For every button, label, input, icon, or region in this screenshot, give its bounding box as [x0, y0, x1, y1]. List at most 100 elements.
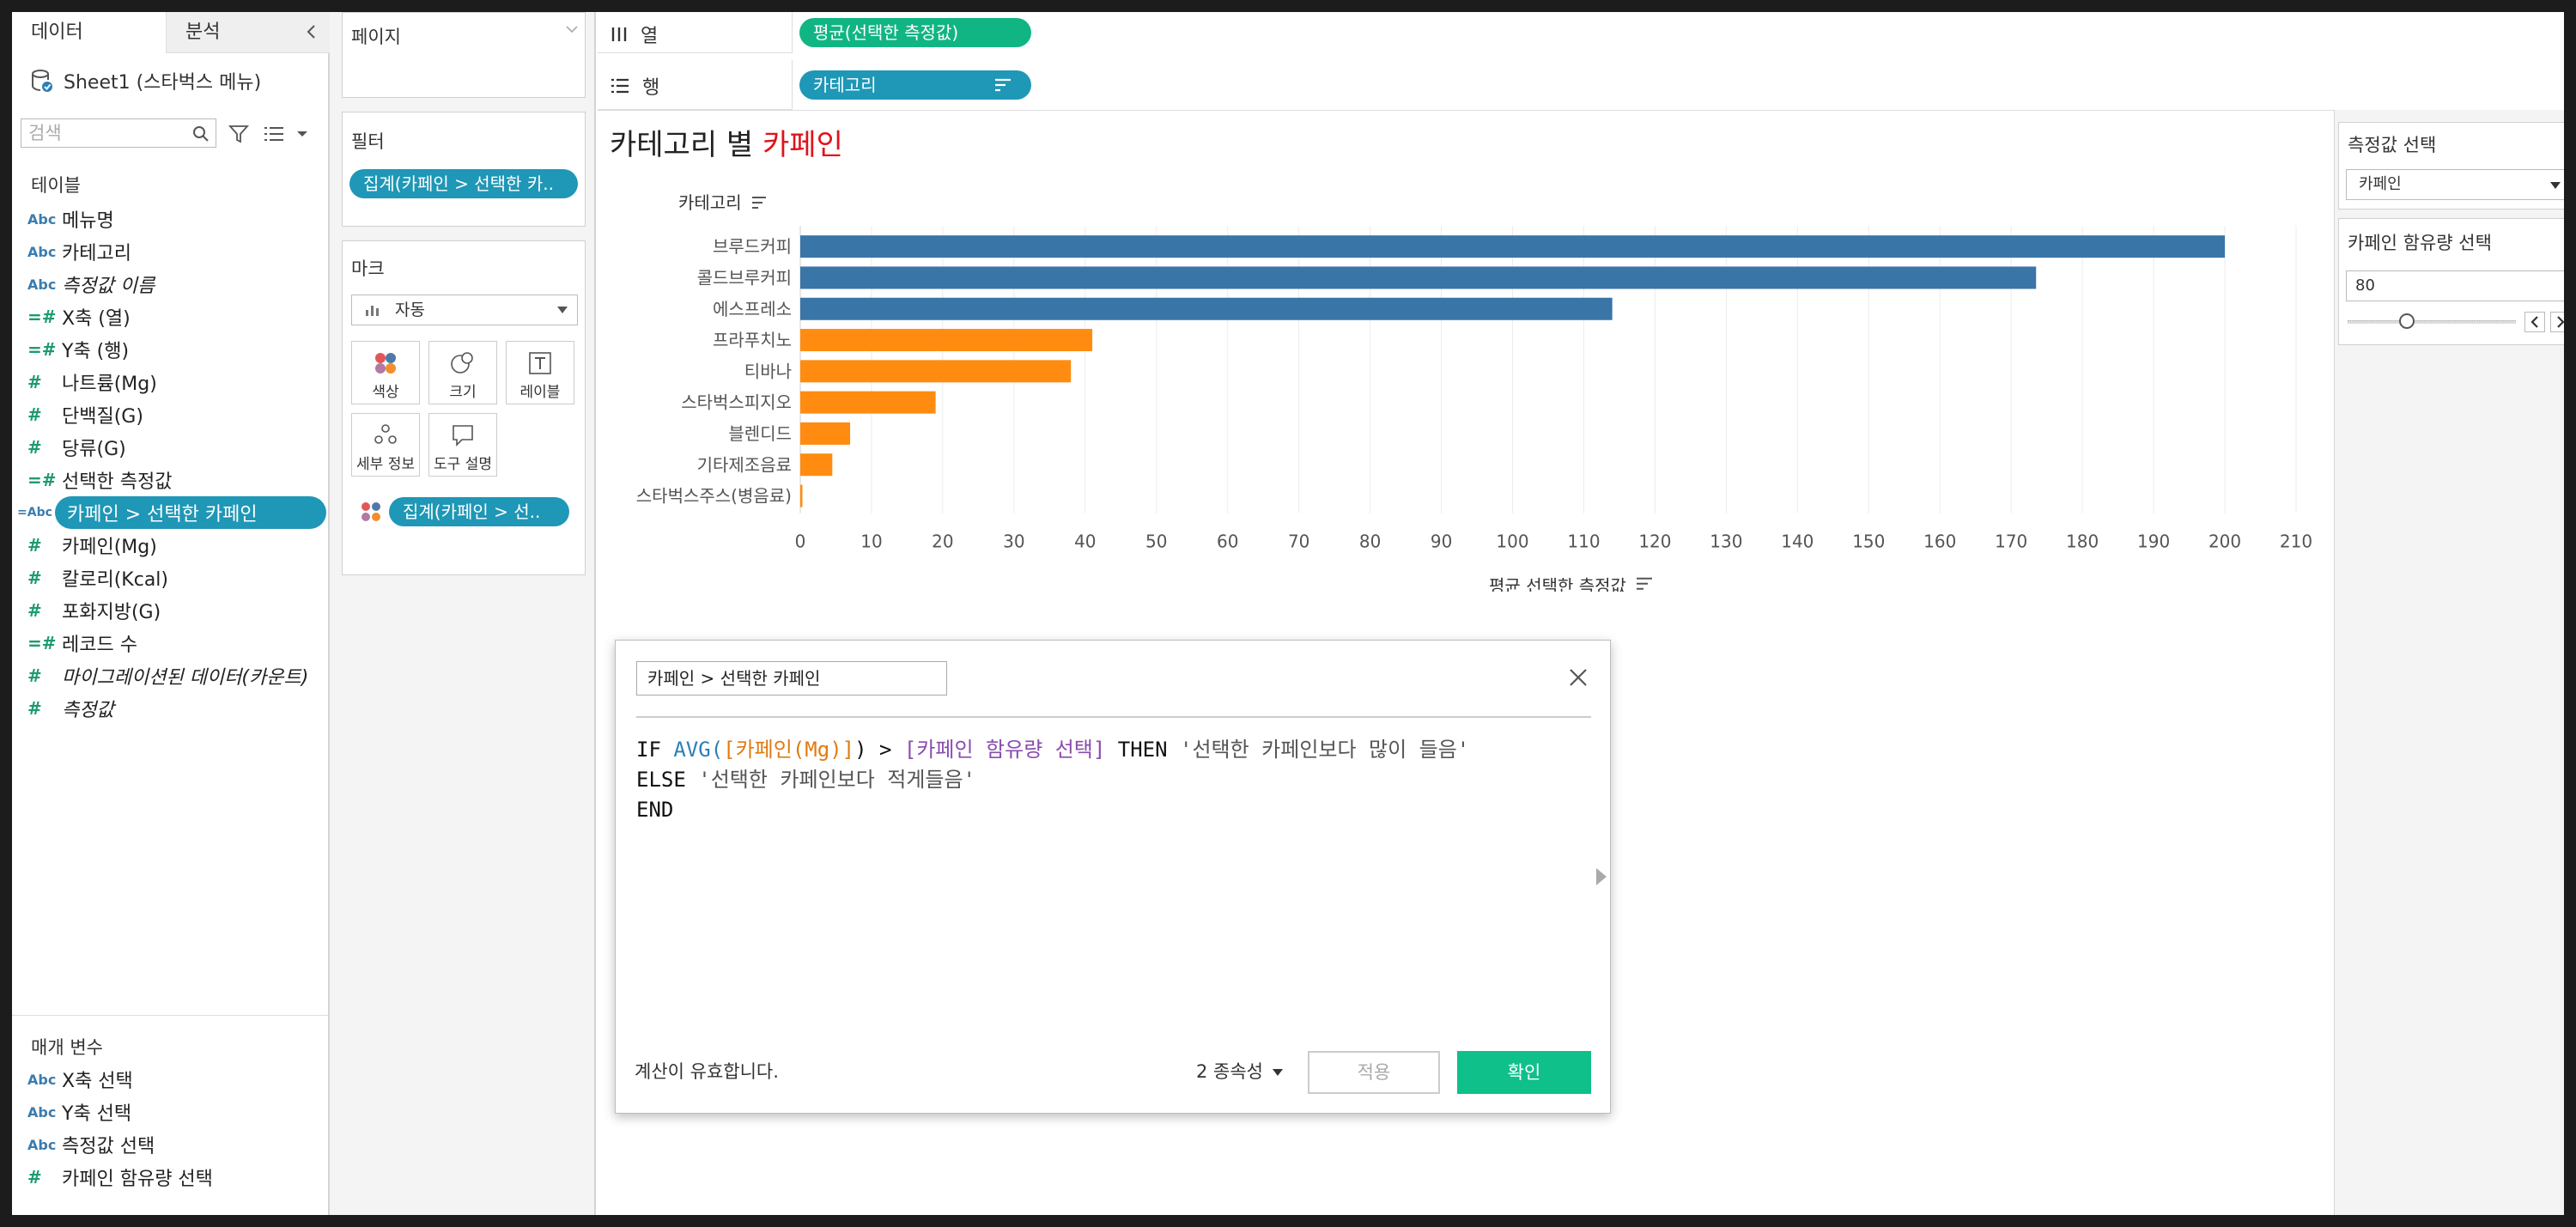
field-item[interactable]: Abc 메뉴명 [12, 203, 321, 235]
field-item[interactable]: # 포화지방(G) [12, 594, 321, 627]
columns-shelf: 열 평균(선택한 측정값) [598, 12, 2564, 53]
x-tick-label: 30 [1003, 531, 1024, 552]
search-input[interactable]: 검색 [21, 118, 216, 148]
tab-analysis[interactable]: 분석 [167, 12, 330, 53]
label-mark-button[interactable]: 레이블 [506, 341, 574, 404]
datasource-row[interactable]: Sheet1 (스타벅스 메뉴) [31, 67, 261, 94]
x-tick-label: 180 [2066, 531, 2099, 552]
x-tick-label: 0 [795, 531, 806, 552]
detail-mark-button[interactable]: 세부 정보 [351, 413, 420, 477]
field-name: X축 (열) [62, 308, 131, 330]
field-item[interactable]: =# 레코드 수 [12, 627, 321, 659]
field-item[interactable]: # 마이그레이션된 데이터(카운트) [12, 659, 321, 692]
field-item[interactable]: Abc X축 선택 [12, 1063, 321, 1096]
measure-param-select[interactable]: 카페인 [2346, 169, 2564, 200]
filter-pill[interactable]: 집계(카페인 > 선택한 카.. [349, 169, 578, 198]
view-options-icon[interactable] [263, 124, 311, 144]
field-item[interactable]: Abc 측정값 선택 [12, 1128, 321, 1161]
field-item[interactable]: Abc 측정값 이름 [12, 268, 321, 301]
category-label: 프라푸치노 [713, 330, 792, 350]
bar[interactable] [800, 453, 833, 477]
rows-drop-area[interactable]: 카테고리 [792, 60, 2564, 110]
bar-chart: 카테고리브루드커피콜드브루커피에스프레소프라푸치노티바나스타벅스피지오블렌디드기… [636, 192, 2312, 592]
collapse-pane-icon[interactable] [302, 22, 321, 41]
expand-arrow-icon[interactable] [1596, 868, 1607, 885]
sort-icon[interactable] [993, 78, 1012, 92]
tooltip-mark-button[interactable]: 도구 설명 [428, 413, 497, 477]
caffeine-slider-thumb[interactable] [2398, 313, 2415, 329]
pages-card[interactable]: 페이지 [342, 12, 586, 98]
formula-string-1: '선택한 카페인보다 많이 들음' [1180, 738, 1470, 762]
chevron-down-icon [2550, 182, 2561, 189]
field-item[interactable]: # 카페인 함유량 선택 [12, 1161, 321, 1194]
field-name: 측정값 이름 [62, 276, 155, 297]
x-tick-label: 90 [1431, 531, 1452, 552]
category-label: 브루드커피 [713, 236, 792, 257]
caffeine-increment-button[interactable] [2550, 312, 2564, 332]
field-item[interactable]: # 카페인(Mg) [12, 529, 321, 562]
color-mark-label: 색상 [372, 384, 399, 401]
field-item[interactable]: =# 선택한 측정값 [12, 464, 321, 496]
rows-pill-label: 카테고리 [813, 75, 877, 95]
caffeine-slider-track[interactable] [2348, 320, 2516, 324]
columns-pill[interactable]: 평균(선택한 측정값) [799, 18, 1031, 47]
filter-icon[interactable] [228, 124, 249, 144]
bar[interactable] [800, 391, 936, 414]
tab-data[interactable]: 데이터 [12, 12, 167, 53]
dependencies-dropdown[interactable]: 2 종속성 [1196, 1058, 1283, 1084]
field-item[interactable]: =Abc 카페인 > 선택한 카페인 [17, 496, 326, 529]
row-sort-icon[interactable] [752, 197, 766, 209]
rows-icon [611, 78, 629, 94]
rows-shelf-label: 행 [610, 72, 659, 100]
measure-param-title: 측정값 선택 [2348, 135, 2437, 155]
numeric-field-icon: # [27, 665, 42, 686]
rows-label-text: 행 [642, 77, 660, 99]
ok-button[interactable]: 확인 [1457, 1051, 1591, 1094]
field-item[interactable]: # 측정값 [12, 692, 321, 725]
chevron-down-icon[interactable] [566, 25, 578, 33]
kw-else: ELSE [636, 768, 699, 792]
x-sort-icon[interactable] [1637, 577, 1652, 590]
bar[interactable] [800, 266, 2037, 289]
calc-formula-editor[interactable]: IF AVG([카페인(Mg)]) > [카페인 함유량 선택] THEN '선… [636, 735, 1469, 825]
size-mark-button[interactable]: 크기 [428, 341, 497, 404]
field-item[interactable]: =# X축 (열) [12, 301, 321, 333]
rows-pill[interactable]: 카테고리 [799, 70, 1031, 100]
bar[interactable] [800, 297, 1613, 320]
calc-name-input[interactable]: 카페인 > 선택한 카페인 [636, 661, 947, 696]
apply-button[interactable]: 적용 [1308, 1051, 1440, 1094]
field-item[interactable]: # 당류(G) [12, 431, 321, 464]
caffeine-decrement-button[interactable] [2524, 312, 2545, 332]
caffeine-param-input[interactable]: 80 [2346, 270, 2564, 301]
field-name: 카페인(Mg) [62, 537, 157, 558]
x-tick-label: 50 [1145, 531, 1167, 552]
formula-line-2: ELSE '선택한 카페인보다 적게들음' [636, 765, 1469, 795]
formula-string-2: '선택한 카페인보다 적게들음' [698, 768, 976, 792]
formula-line-3: END [636, 795, 1469, 825]
x-tick-label: 100 [1496, 531, 1528, 552]
category-label: 에스프레소 [713, 299, 792, 319]
x-tick-label: 20 [932, 531, 953, 552]
field-item[interactable]: Abc 카테고리 [12, 235, 321, 268]
bar[interactable] [800, 329, 1093, 352]
bar[interactable] [800, 235, 2226, 258]
field-name: 측정값 [62, 700, 114, 721]
color-mark-button[interactable]: 색상 [351, 341, 420, 404]
field-item[interactable]: Abc Y축 선택 [12, 1096, 321, 1128]
color-encoding-pill[interactable]: 집계(카페인 > 선.. [389, 497, 569, 526]
field-item[interactable]: # 칼로리(Kcal) [12, 562, 321, 594]
field-item[interactable]: # 나트륨(Mg) [12, 366, 321, 398]
field-item[interactable]: =# Y축 (행) [12, 333, 321, 366]
field-name: 레코드 수 [62, 635, 137, 656]
bar[interactable] [800, 484, 803, 507]
bar[interactable] [800, 360, 1072, 383]
mark-type-select[interactable]: 자동 [351, 295, 578, 325]
bar[interactable] [800, 422, 851, 445]
x-axis-label: 평균 선택한 측정값 [1489, 576, 1626, 592]
field-item[interactable]: # 단백질(G) [12, 398, 321, 431]
x-tick-label: 160 [1923, 531, 1956, 552]
close-icon[interactable] [1565, 665, 1591, 690]
numeric-field-icon: # [27, 698, 42, 719]
calc-separator [636, 716, 1591, 718]
columns-drop-area[interactable]: 평균(선택한 측정값) [792, 12, 2564, 53]
